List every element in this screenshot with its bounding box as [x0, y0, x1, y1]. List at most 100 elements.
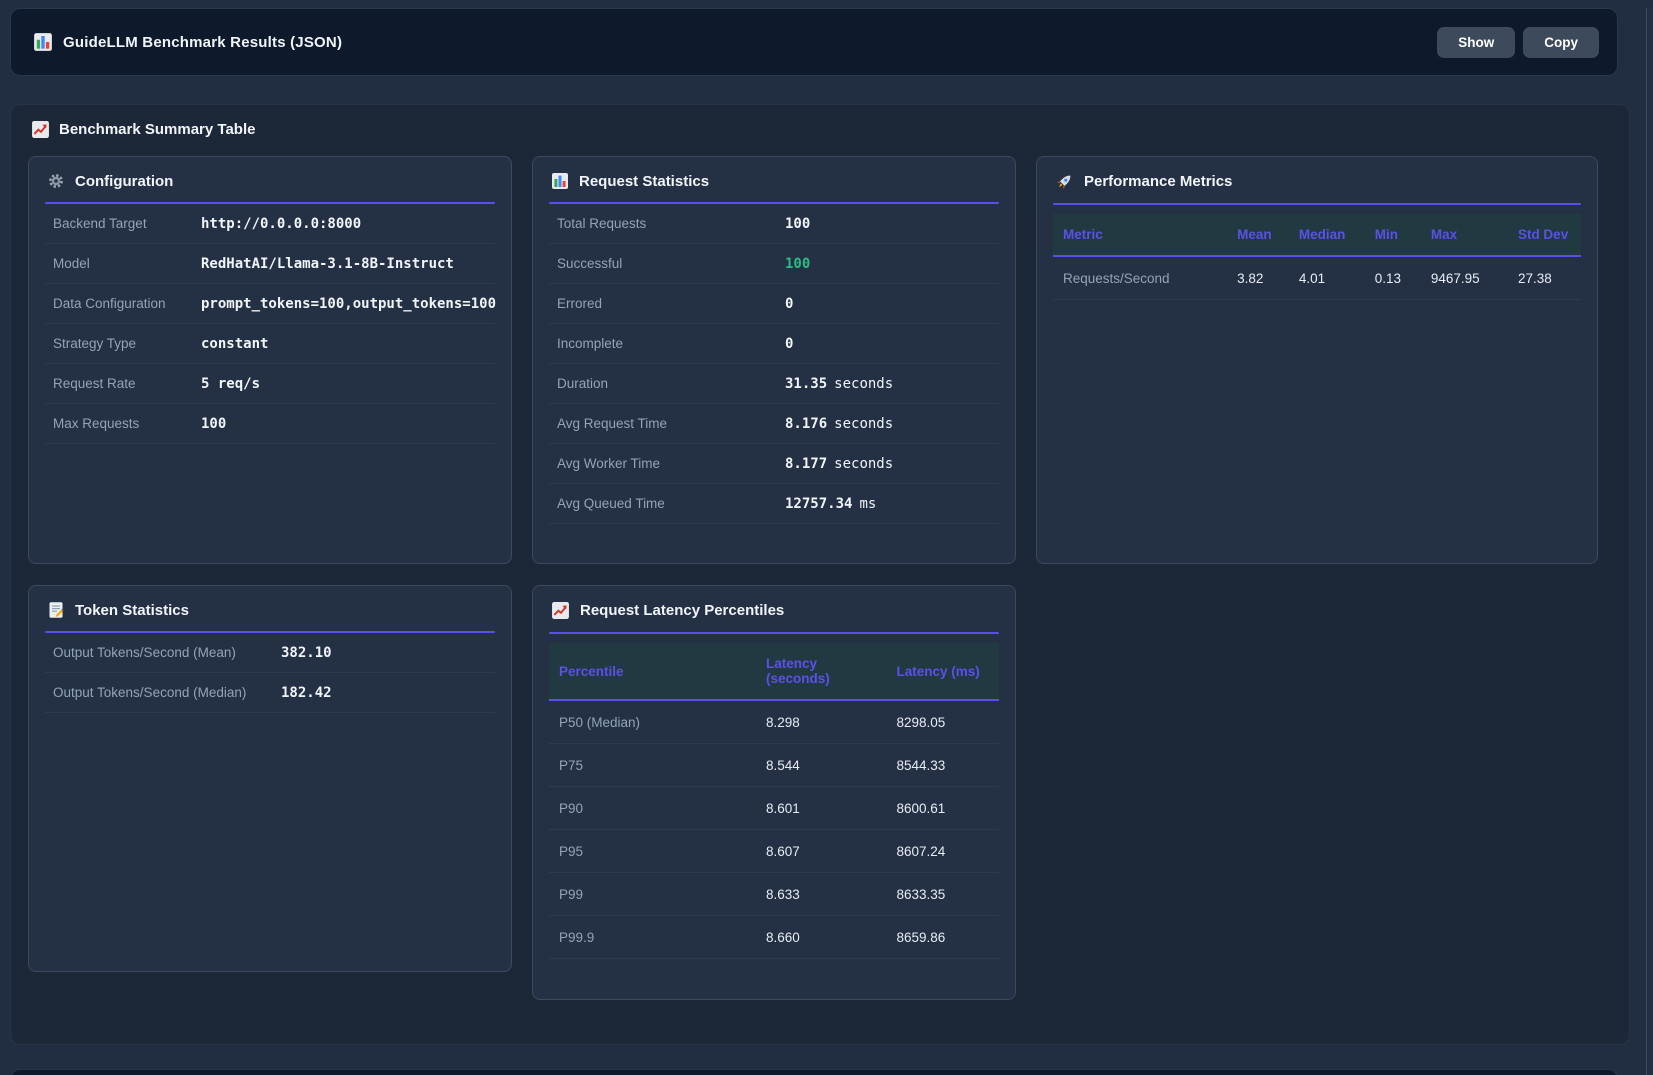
row-label: Successful [557, 256, 785, 271]
column-header: Latency (seconds) [756, 643, 887, 700]
kv-row: Avg Queued Time12757.34ms [549, 484, 999, 524]
row-value: 8.177seconds [785, 456, 893, 472]
cell-value: 9467.95 [1421, 256, 1508, 300]
performance-metrics-table: MetricMeanMedianMinMaxStd Dev Requests/S… [1053, 214, 1581, 300]
chart-increasing-icon [551, 601, 570, 620]
row-label: P50 (Median) [549, 700, 756, 744]
title-underline [549, 632, 999, 634]
row-value: 31.35seconds [785, 376, 893, 392]
cell-value: 8.633 [756, 873, 887, 916]
value-unit: ms [859, 496, 876, 512]
cell-value: 3.82 [1227, 256, 1289, 300]
cards-grid: Configuration Backend Targethttp://0.0.0… [28, 156, 1612, 1000]
row-label: P95 [549, 830, 756, 873]
row-value: 100 [785, 256, 810, 272]
row-label: Output Tokens/Second (Mean) [53, 645, 281, 660]
kv-row: Output Tokens/Second (Mean)382.10 [45, 633, 495, 673]
row-label: Requests/Second [1053, 256, 1227, 300]
bar-chart-icon [551, 172, 569, 190]
row-value: constant [201, 336, 268, 352]
kv-row: Duration31.35seconds [549, 364, 999, 404]
table-row: P50 (Median)8.2988298.05 [549, 700, 999, 744]
title-underline [1053, 203, 1581, 205]
kv-row: Request Rate5 req/s [45, 364, 495, 404]
latency-percentiles-card: Request Latency Percentiles PercentileLa… [532, 585, 1016, 1000]
request-statistics-card: Request Statistics Total Requests100Succ… [532, 156, 1016, 564]
kv-row: Successful100 [549, 244, 999, 284]
row-label: Errored [557, 296, 785, 311]
row-label: Backend Target [53, 216, 201, 231]
row-label: Max Requests [53, 416, 201, 431]
value-unit: seconds [834, 456, 893, 472]
card-title: Request Statistics [579, 173, 709, 190]
row-label: Incomplete [557, 336, 785, 351]
row-label: Duration [557, 376, 785, 391]
kv-row: Avg Worker Time8.177seconds [549, 444, 999, 484]
row-value: 5 req/s [201, 376, 260, 392]
row-label: P75 [549, 744, 756, 787]
table-row: Requests/Second3.824.010.139467.9527.38 [1053, 256, 1581, 300]
kv-row: Avg Request Time8.176seconds [549, 404, 999, 444]
request-statistics-rows: Total Requests100Successful100Errored0In… [549, 204, 999, 524]
cell-value: 8.601 [756, 787, 887, 830]
latency-percentiles-table: PercentileLatency (seconds)Latency (ms) … [549, 643, 999, 959]
row-label: Data Configuration [53, 296, 201, 311]
row-label: Request Rate [53, 376, 201, 391]
row-label: P90 [549, 787, 756, 830]
card-title: Token Statistics [75, 602, 189, 619]
row-value: 100 [201, 416, 226, 432]
kv-row: Errored0 [549, 284, 999, 324]
cell-value: 4.01 [1289, 256, 1365, 300]
cell-value: 8298.05 [887, 700, 1000, 744]
card-title-row: Configuration [45, 157, 495, 202]
memo-icon [47, 601, 65, 619]
copy-button[interactable]: Copy [1523, 27, 1599, 58]
kv-row: Data Configurationprompt_tokens=100,outp… [45, 284, 495, 324]
card-title: Configuration [75, 173, 173, 190]
show-button[interactable]: Show [1437, 27, 1515, 58]
cell-value: 8.298 [756, 700, 887, 744]
table-header-row: MetricMeanMedianMinMaxStd Dev [1053, 214, 1581, 256]
table-row: P908.6018600.61 [549, 787, 999, 830]
kv-row: Strategy Typeconstant [45, 324, 495, 364]
column-header: Latency (ms) [887, 643, 1000, 700]
kv-row: Incomplete0 [549, 324, 999, 364]
cell-value: 8633.35 [887, 873, 1000, 916]
row-label: P99.9 [549, 916, 756, 959]
kv-row: Total Requests100 [549, 204, 999, 244]
table-row: P958.6078607.24 [549, 830, 999, 873]
cell-value: 8600.61 [887, 787, 1000, 830]
kv-row: Backend Targethttp://0.0.0.0:8000 [45, 204, 495, 244]
row-label: Total Requests [557, 216, 785, 231]
value-unit: seconds [834, 376, 893, 392]
kv-row: Output Tokens/Second (Median)182.42 [45, 673, 495, 713]
configuration-card: Configuration Backend Targethttp://0.0.0… [28, 156, 512, 564]
cell-value: 8.660 [756, 916, 887, 959]
row-label: P99 [549, 873, 756, 916]
kv-row: Max Requests100 [45, 404, 495, 444]
card-title: Request Latency Percentiles [580, 602, 784, 619]
rocket-icon [1055, 172, 1074, 191]
token-statistics-rows: Output Tokens/Second (Mean)382.10Output … [45, 633, 495, 713]
card-title-row: Token Statistics [45, 586, 495, 631]
row-label: Model [53, 256, 201, 271]
row-value: 182.42 [281, 685, 332, 701]
row-label: Strategy Type [53, 336, 201, 351]
section-heading: Benchmark Summary Table [31, 120, 1612, 139]
row-value: http://0.0.0.0:8000 [201, 216, 361, 232]
column-header: Std Dev [1508, 214, 1581, 256]
section-title: Benchmark Summary Table [59, 121, 255, 138]
card-title-row: Performance Metrics [1053, 157, 1581, 203]
cell-value: 8.607 [756, 830, 887, 873]
table-row: P99.98.6608659.86 [549, 916, 999, 959]
scrollbar-track[interactable] [1646, 8, 1653, 1075]
row-value: 12757.34ms [785, 496, 876, 512]
gear-icon [47, 172, 65, 190]
row-value: 100 [785, 216, 810, 232]
column-header: Mean [1227, 214, 1289, 256]
column-header: Max [1421, 214, 1508, 256]
row-value: 8.176seconds [785, 416, 893, 432]
row-label: Avg Worker Time [557, 456, 785, 471]
column-header: Metric [1053, 214, 1227, 256]
performance-metrics-card: Performance Metrics MetricMeanMedianMinM… [1036, 156, 1598, 564]
